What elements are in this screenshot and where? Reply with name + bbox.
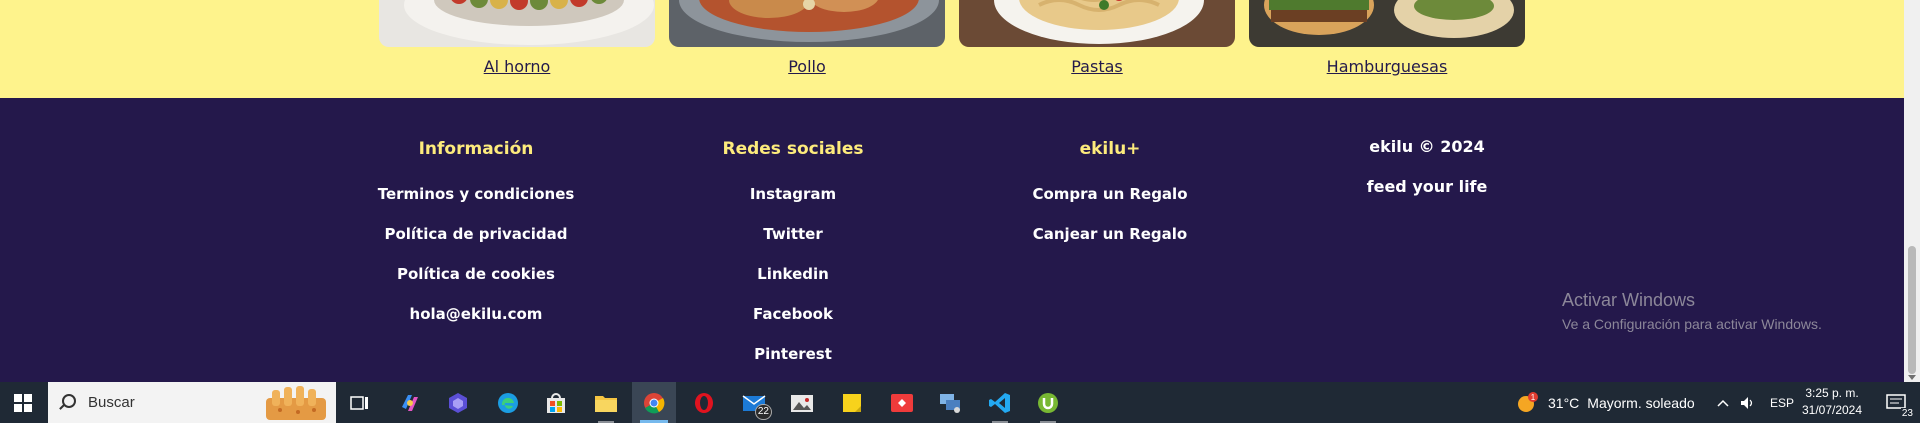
notification-count: 23 <box>1900 408 1914 419</box>
category-al-horno[interactable]: Al horno <box>379 0 655 98</box>
taskbar-clock[interactable]: 3:25 p. m. 31/07/2024 <box>1792 385 1872 419</box>
category-band: Al horno Pollo Pastas Hamburguesas <box>0 0 1904 98</box>
store-icon[interactable] <box>534 382 578 423</box>
system-tray: ESP <box>1716 382 1794 423</box>
vscode-icon[interactable] <box>978 382 1022 423</box>
category-hamburguesas[interactable]: Hamburguesas <box>1249 0 1525 98</box>
mail-icon[interactable]: 22 <box>732 382 776 423</box>
footer-link-redeem-gift[interactable]: Canjear un Regalo <box>960 225 1260 243</box>
footer-link-buy-gift[interactable]: Compra un Regalo <box>960 185 1260 203</box>
svg-text:1: 1 <box>1531 393 1536 402</box>
footer-heading-info: Información <box>418 139 534 159</box>
clock-date: 31/07/2024 <box>1801 403 1863 417</box>
chicken-dish-photo[interactable] <box>669 0 945 47</box>
footer-link-privacy[interactable]: Política de privacidad <box>326 225 626 243</box>
search-highlight-illustration <box>258 384 336 421</box>
windows-taskbar: Buscar 22 1 31°C Mayorm. soleado ESP 3:2… <box>0 382 1920 423</box>
chrome-icon[interactable] <box>632 382 676 423</box>
web-page: Al horno Pollo Pastas Hamburguesas Infor… <box>0 0 1904 382</box>
search-icon <box>62 394 76 408</box>
category-label[interactable]: Pollo <box>669 57 945 76</box>
file-explorer-icon[interactable] <box>584 382 628 423</box>
category-label[interactable]: Al horno <box>379 57 655 76</box>
footer-heading-social: Redes sociales <box>722 139 864 159</box>
footer-link-twitter[interactable]: Twitter <box>643 225 943 243</box>
category-label[interactable]: Pastas <box>959 57 1235 76</box>
weather-desc: Mayorm. soleado <box>1587 394 1695 411</box>
footer-link-facebook[interactable]: Facebook <box>643 305 943 323</box>
footer-link-instagram[interactable]: Instagram <box>643 185 943 203</box>
footer-tagline: feed your life <box>1366 177 1488 196</box>
pasta-dish-photo[interactable] <box>959 0 1235 47</box>
clock-time: 3:25 p. m. <box>1805 386 1859 400</box>
app-icon[interactable] <box>436 382 480 423</box>
weather-temp: 31°C <box>1548 394 1580 411</box>
page-scrollbar[interactable] <box>1904 0 1920 382</box>
scroll-down-arrow-icon[interactable] <box>1908 375 1916 380</box>
sticky-notes-icon[interactable] <box>830 382 874 423</box>
utorrent-icon[interactable] <box>1026 382 1070 423</box>
watermark-title: Activar Windows <box>1562 290 1696 310</box>
footer-link-cookies[interactable]: Política de cookies <box>326 265 626 283</box>
speaker-icon[interactable] <box>1740 396 1756 410</box>
anydesk-icon[interactable] <box>880 382 924 423</box>
network-app-icon[interactable] <box>928 382 972 423</box>
opera-icon[interactable] <box>682 382 726 423</box>
baked-vegetables-photo[interactable] <box>379 0 655 47</box>
category-pollo[interactable]: Pollo <box>669 0 945 98</box>
weather-widget[interactable]: 1 31°C Mayorm. soleado <box>1516 382 1695 423</box>
footer-copyright: ekilu © 2024 <box>1369 137 1485 156</box>
footer-link-terms[interactable]: Terminos y condiciones <box>326 185 626 203</box>
language-indicator[interactable]: ESP <box>1770 396 1794 410</box>
watermark-subtitle: Ve a Configuración para activar Windows. <box>1562 316 1822 332</box>
category-label[interactable]: Hamburguesas <box>1249 57 1525 76</box>
scrollbar-thumb[interactable] <box>1908 246 1916 374</box>
category-pastas[interactable]: Pastas <box>959 0 1235 98</box>
windows-start-icon[interactable] <box>0 382 46 423</box>
task-view-icon[interactable] <box>338 382 382 423</box>
search-placeholder: Buscar <box>88 394 135 411</box>
site-footer: Información Terminos y condiciones Polít… <box>0 98 1904 382</box>
burger-photo[interactable] <box>1249 0 1525 47</box>
chevron-up-icon[interactable] <box>1716 398 1730 408</box>
footer-link-linkedin[interactable]: Linkedin <box>643 265 943 283</box>
footer-link-email[interactable]: hola@ekilu.com <box>326 305 626 323</box>
mail-badge: 22 <box>754 404 772 420</box>
photos-icon[interactable] <box>780 382 824 423</box>
notification-center-icon[interactable]: 23 <box>1878 382 1916 423</box>
sun-icon: 1 <box>1518 391 1538 412</box>
edge-icon[interactable] <box>486 382 530 423</box>
activate-windows-watermark: Activar Windows Ve a Configuración para … <box>1562 290 1822 332</box>
footer-heading-plus: ekilu+ <box>1079 139 1141 159</box>
footer-link-pinterest[interactable]: Pinterest <box>643 345 943 363</box>
copilot-icon[interactable] <box>388 382 432 423</box>
taskbar-search-box[interactable]: Buscar <box>48 382 336 423</box>
